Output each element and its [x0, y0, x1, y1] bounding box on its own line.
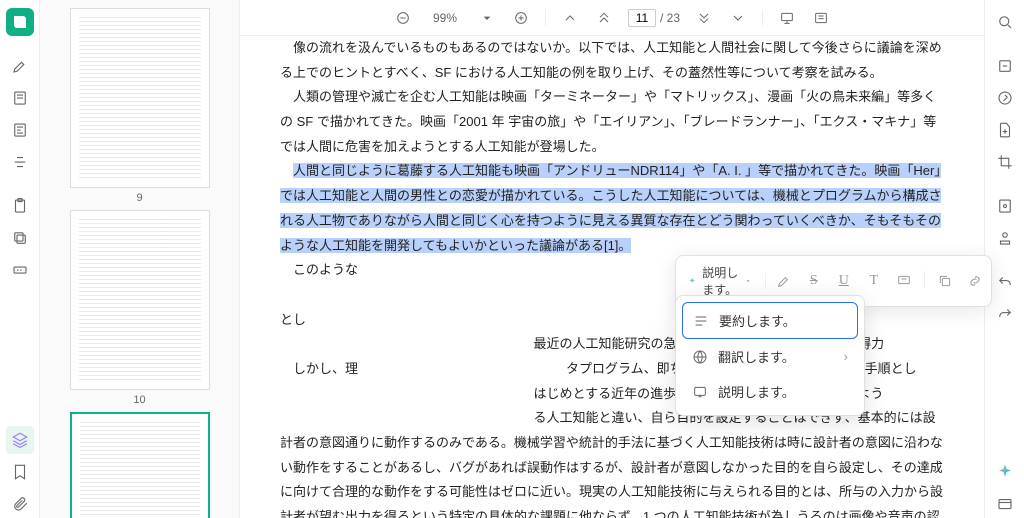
- attachment-icon[interactable]: [6, 490, 34, 518]
- menu-translate[interactable]: 翻訳します。 ›: [682, 339, 858, 374]
- link-button[interactable]: [965, 271, 985, 291]
- app-logo[interactable]: [6, 8, 34, 36]
- left-toolbar: [0, 0, 40, 518]
- comment-button[interactable]: [894, 271, 914, 291]
- strikethrough-button[interactable]: S: [804, 271, 824, 291]
- bookmark-icon[interactable]: [6, 458, 34, 486]
- strike-icon[interactable]: [6, 148, 34, 176]
- last-page-button[interactable]: [694, 8, 714, 28]
- ai-icon[interactable]: [991, 458, 1019, 486]
- read-mode-button[interactable]: [811, 8, 831, 28]
- ocr-icon[interactable]: [991, 52, 1019, 80]
- copy-icon[interactable]: [6, 224, 34, 252]
- undo-icon[interactable]: [991, 268, 1019, 296]
- redo-icon[interactable]: [991, 300, 1019, 328]
- page-total: / 23: [660, 11, 680, 25]
- zoom-value: 99%: [427, 11, 463, 25]
- copy-button[interactable]: [935, 271, 955, 291]
- text-button[interactable]: T: [864, 271, 884, 291]
- file-add-icon[interactable]: [991, 116, 1019, 144]
- highlight-color-button[interactable]: [774, 271, 794, 291]
- selected-text: 人間と同じように葛藤する人工知能も映画「アンドリューNDR114」や「A. I.…: [280, 163, 941, 252]
- main-area: 99% / 23 像の流れを汲んでいるものもあるのではないか。以下では、人工知能…: [240, 0, 984, 518]
- zoom-out-button[interactable]: [393, 8, 413, 28]
- page-indicator: / 23: [628, 9, 680, 27]
- prev-page-button[interactable]: [560, 8, 580, 28]
- thumb-9[interactable]: 9: [70, 8, 210, 204]
- paragraph: 像の流れを汲んでいるものもあるのではないか。以下では、人工知能と人間社会に関して…: [280, 36, 944, 85]
- thumbnail-panel[interactable]: 9 10 11: [40, 0, 240, 518]
- stamp-icon[interactable]: [991, 224, 1019, 252]
- redact-icon[interactable]: [6, 256, 34, 284]
- ai-action-menu: 要約します。 翻訳します。 › 説明します。: [675, 295, 865, 416]
- zoom-in-button[interactable]: [511, 8, 531, 28]
- chevron-right-icon: ›: [844, 349, 848, 364]
- ai-action-label: 説明します。: [702, 264, 739, 298]
- page-input[interactable]: [628, 9, 656, 27]
- paragraph: 人間と同じように葛藤する人工知能も映画「アンドリューNDR114」や「A. I.…: [280, 159, 944, 258]
- search-icon[interactable]: [991, 8, 1019, 36]
- more-panel-icon[interactable]: [991, 490, 1019, 518]
- extract-icon[interactable]: [991, 192, 1019, 220]
- note-icon[interactable]: [6, 84, 34, 112]
- presentation-button[interactable]: [777, 8, 797, 28]
- top-toolbar: 99% / 23: [240, 0, 984, 36]
- thumb-10[interactable]: 10: [70, 210, 210, 406]
- underline-button[interactable]: U: [834, 271, 854, 291]
- paragraph: 人類の管理や滅亡を企む人工知能は映画「ターミネーター」や「マトリックス」、漫画「…: [280, 85, 944, 159]
- clipboard-icon[interactable]: [6, 192, 34, 220]
- first-page-button[interactable]: [594, 8, 614, 28]
- protect-icon[interactable]: [991, 84, 1019, 112]
- text-icon[interactable]: [6, 116, 34, 144]
- crop-icon[interactable]: [991, 148, 1019, 176]
- menu-explain[interactable]: 説明します。: [682, 374, 858, 409]
- layers-icon[interactable]: [6, 426, 34, 454]
- menu-summarize[interactable]: 要約します。: [682, 302, 858, 339]
- highlight-icon[interactable]: [6, 52, 34, 80]
- next-page-button[interactable]: [728, 8, 748, 28]
- paragraph: xxxxxxxxxxxxxxxxxxxxxxxxxxxxxxxxxxxxxxxる…: [280, 406, 944, 518]
- thumb-11[interactable]: 11: [70, 412, 210, 518]
- zoom-dropdown[interactable]: [477, 8, 497, 28]
